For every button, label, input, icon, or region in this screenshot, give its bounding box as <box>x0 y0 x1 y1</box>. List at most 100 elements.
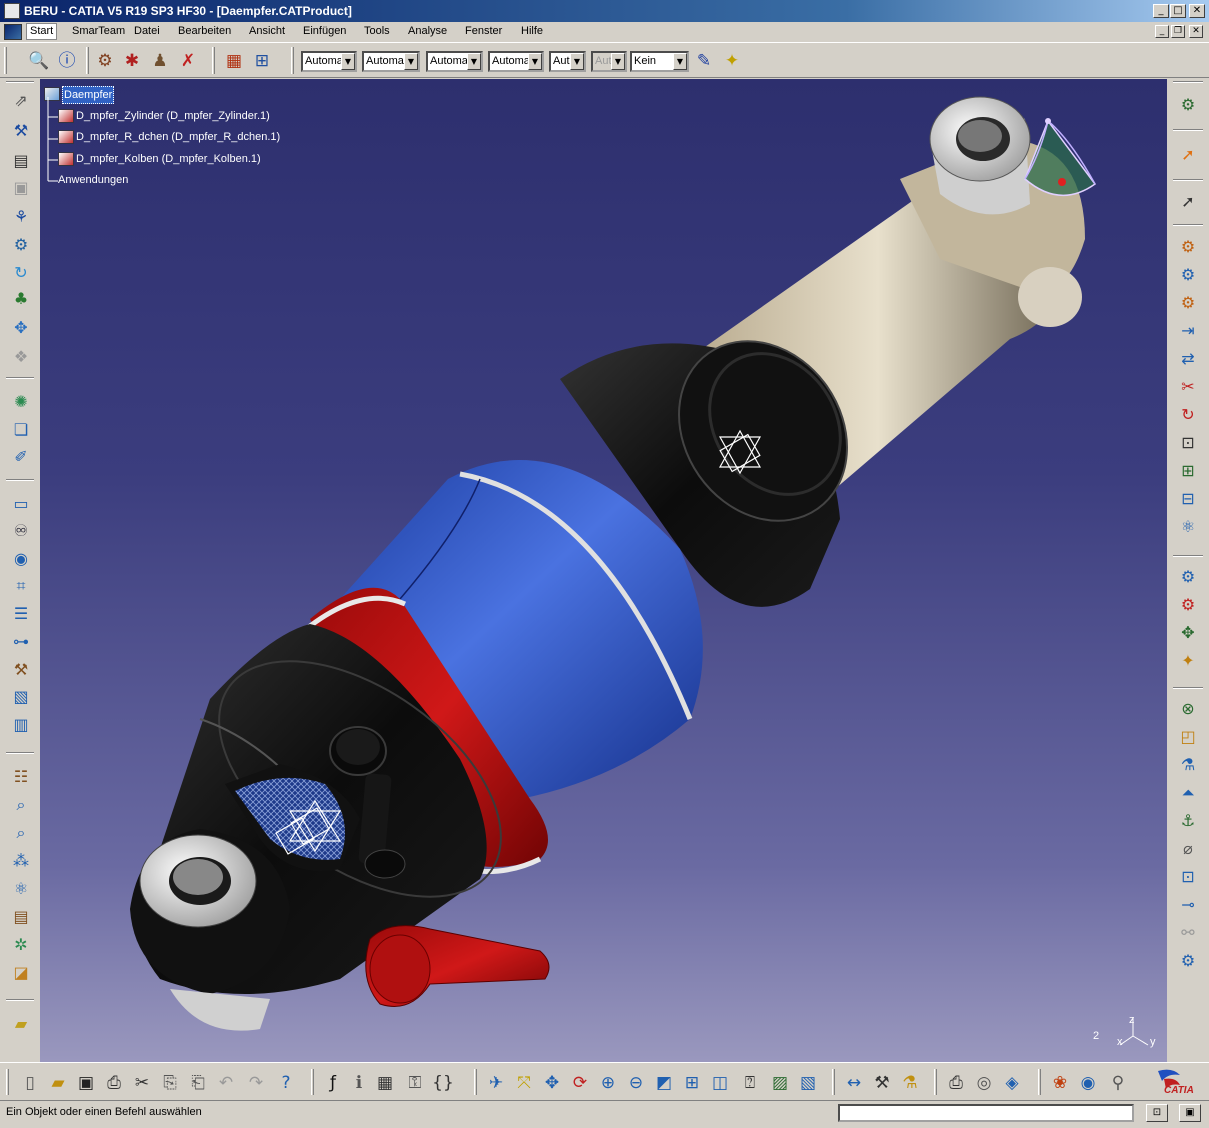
graph-tree-icon[interactable]: ✂ <box>1175 375 1201 399</box>
linetype-combo[interactable]: Automa ▼ <box>488 51 544 72</box>
knowledge-icon[interactable]: ℹ <box>347 1071 371 1095</box>
chevron-down-icon[interactable]: ▼ <box>570 53 584 70</box>
smarteam-xml-icon[interactable]: ✱ <box>120 49 144 73</box>
toolbar-grip[interactable] <box>291 47 294 74</box>
sectioning-icon[interactable]: ❏ <box>8 418 34 442</box>
material-icon[interactable]: ◈ <box>1000 1071 1024 1095</box>
update-icon[interactable]: ↻ <box>8 261 34 285</box>
zoom-fit-icon[interactable]: ⌕ <box>8 793 34 817</box>
search-part-icon[interactable]: 🔍 <box>27 49 51 73</box>
undo-icon[interactable]: ↶ <box>214 1071 238 1095</box>
zoom-out-icon[interactable]: ⊖ <box>624 1071 648 1095</box>
formula-icon[interactable]: ƒ <box>321 1071 345 1095</box>
measure-between-icon[interactable]: ⏶ <box>1175 781 1201 805</box>
component-icon[interactable]: ⁂ <box>8 849 34 873</box>
rotate-icon[interactable]: ⟳ <box>568 1071 592 1095</box>
tree-icon[interactable]: ♣ <box>8 287 34 311</box>
catalog-icon[interactable]: ⚒ <box>870 1071 894 1095</box>
mdi-close-button[interactable]: ✕ <box>1189 25 1203 38</box>
annotation-icon[interactable]: ⊡ <box>1175 865 1201 889</box>
existing-component-icon[interactable]: ⇥ <box>1175 319 1201 343</box>
assembly-icon[interactable]: ▧ <box>8 685 34 709</box>
normal-view-icon[interactable]: ◩ <box>652 1071 676 1095</box>
snap-icon[interactable]: ⚙ <box>1175 593 1201 617</box>
macro-icon[interactable]: {} <box>431 1071 455 1095</box>
toolbar-grip[interactable] <box>934 1069 937 1095</box>
publish-icon[interactable]: ✲ <box>8 933 34 957</box>
model-canvas[interactable]: z x y 2 <box>40 79 1167 1062</box>
tool-icon[interactable]: ⚒ <box>8 658 34 682</box>
coincidence-icon[interactable]: ⚒ <box>8 119 34 143</box>
menu-start[interactable]: Start <box>26 23 58 40</box>
measure-inertia-icon[interactable]: ⌀ <box>1175 837 1201 861</box>
angle-icon[interactable]: ⚘ <box>8 205 34 229</box>
lower-eyelet-mount[interactable] <box>130 829 290 1031</box>
copy-icon[interactable]: ⎘ <box>158 1071 182 1095</box>
transparency-combo[interactable]: Automa ▼ <box>362 51 420 72</box>
explode-icon[interactable]: ✺ <box>8 390 34 414</box>
whats-this-icon[interactable]: ? <box>274 1071 298 1095</box>
measure-icon[interactable]: ↔ <box>842 1071 866 1095</box>
replace-icon[interactable]: ⇄ <box>1175 347 1201 371</box>
power-input-button[interactable]: ⊡ <box>1146 1104 1168 1122</box>
reuse-pattern-icon[interactable]: ⚗ <box>1175 753 1201 777</box>
properties-painter-icon[interactable]: ✦ <box>720 49 744 73</box>
line-thickness-combo[interactable]: Automa ▼ <box>426 51 483 72</box>
distance-icon[interactable]: ▭ <box>8 492 34 516</box>
manipulate-icon[interactable]: ✥ <box>8 316 34 340</box>
parts-icon[interactable]: ⚛ <box>8 877 34 901</box>
top-eyelet[interactable] <box>929 96 1031 215</box>
lock-icon[interactable]: ⚿ <box>403 1071 427 1095</box>
smarteam-unlock-icon[interactable]: ✗ <box>176 49 200 73</box>
menu-fenster[interactable]: Fenster <box>465 25 502 37</box>
new-component-icon[interactable]: ⚙ <box>1175 235 1201 259</box>
toolbar-grip[interactable] <box>86 47 89 74</box>
tree-item-label[interactable]: D_mpfer_Zylinder (D_mpfer_Zylinder.1) <box>76 108 270 124</box>
lockout-lever[interactable] <box>365 925 550 1007</box>
camera-icon[interactable]: ◉ <box>8 547 34 571</box>
fix-together-icon[interactable]: ⚙ <box>8 233 34 257</box>
tree-applications-label[interactable]: Anwendungen <box>58 172 128 188</box>
select-options-icon[interactable]: ➚ <box>1175 190 1201 214</box>
offset-icon[interactable]: ▣ <box>8 176 34 200</box>
stop-command-button[interactable]: ▣ <box>1179 1104 1201 1122</box>
folder-icon[interactable]: ▰ <box>8 1012 34 1036</box>
chevron-down-icon[interactable]: ▼ <box>341 53 355 70</box>
manipulation-icon[interactable]: ⚙ <box>1175 565 1201 589</box>
info-icon[interactable]: ⓘ <box>55 49 79 73</box>
maximize-button[interactable]: □ <box>1170 4 1186 18</box>
new-part-icon[interactable]: ⚙ <box>1175 291 1201 315</box>
save-icon[interactable]: ▣ <box>74 1071 98 1095</box>
bom-icon[interactable]: ▦ <box>222 49 246 73</box>
zoom-in-icon[interactable]: ⊕ <box>596 1071 620 1095</box>
table-icon[interactable]: ▦ <box>373 1071 397 1095</box>
pan-icon[interactable]: ✥ <box>540 1071 564 1095</box>
wrench-icon[interactable]: ⚯ <box>1175 921 1201 945</box>
close-button[interactable]: ✕ <box>1189 4 1205 18</box>
print-icon[interactable]: ⎙ <box>102 1071 126 1095</box>
toolbar-grip[interactable] <box>212 47 215 74</box>
bill-of-material-icon[interactable]: ⊡ <box>1175 431 1201 455</box>
redo-icon[interactable]: ↷ <box>244 1071 268 1095</box>
mdi-restore-button[interactable]: ❐ <box>1171 25 1185 38</box>
chevron-down-icon[interactable]: ▼ <box>404 53 418 70</box>
menu-smarteam[interactable]: SmarTeam <box>72 25 125 37</box>
stop-manipulate-icon[interactable]: ✦ <box>1175 649 1201 673</box>
multi-instantiate-icon[interactable]: ⊟ <box>1175 487 1201 511</box>
tree-item-label[interactable]: D_mpfer_Kolben (D_mpfer_Kolben.1) <box>76 151 261 167</box>
format-painter-icon[interactable]: ✎ <box>692 49 716 73</box>
toolbar-grip[interactable] <box>6 1069 9 1095</box>
select-icon[interactable]: ➚ <box>1175 143 1201 167</box>
swap-visible-icon[interactable]: ▨ <box>768 1071 792 1095</box>
toolbar-grip[interactable] <box>311 1069 314 1095</box>
fit-all-icon[interactable]: ⤧ <box>512 1071 536 1095</box>
gear-icon[interactable]: ⚙ <box>1175 93 1201 117</box>
table-icon[interactable]: ▥ <box>8 713 34 737</box>
toolbar-grip[interactable] <box>6 81 34 83</box>
properties-icon[interactable]: ☷ <box>8 765 34 789</box>
smart-move-icon[interactable]: ✥ <box>1175 621 1201 645</box>
smarteam-save-icon[interactable]: ⚙ <box>93 49 117 73</box>
toolbar-grip[interactable] <box>832 1069 835 1095</box>
mdi-minimize-button[interactable]: _ <box>1155 25 1169 38</box>
catia-app-icon[interactable] <box>4 3 20 19</box>
